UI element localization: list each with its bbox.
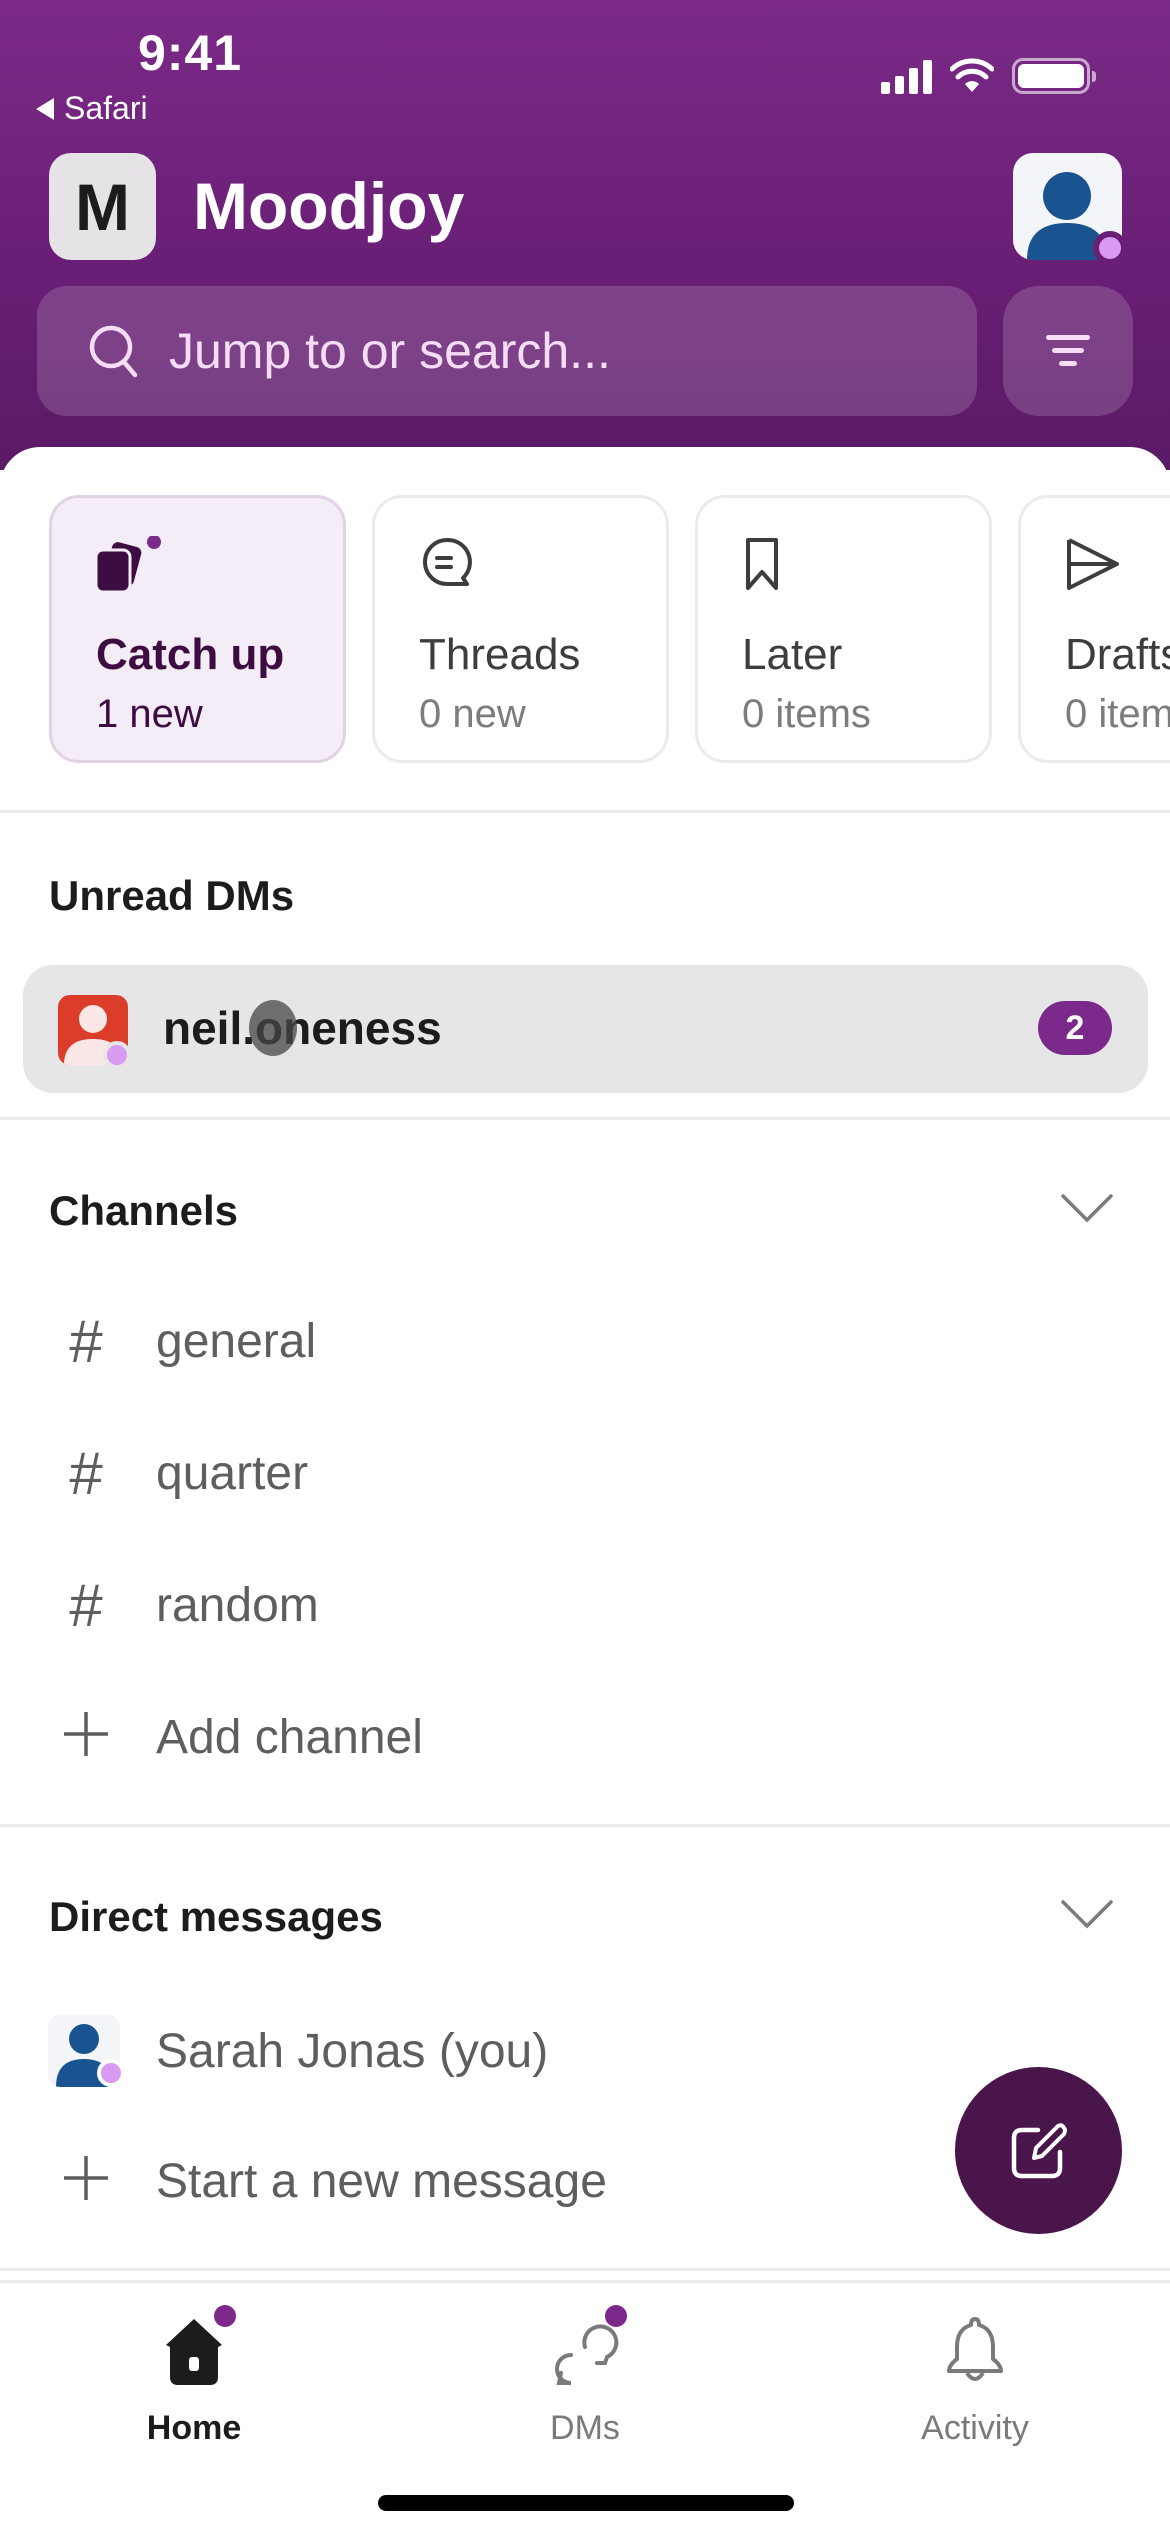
search-placeholder: Jump to or search... [169,323,611,379]
card-subtitle: 0 items [1065,692,1170,736]
start-new-message-label: Start a new message [156,2154,607,2208]
hash-icon: # [69,1571,103,1639]
notification-dot [214,2305,236,2327]
channel-name: general [156,1314,317,1368]
status-time: 9:41 [138,25,243,81]
card-title: Drafts [1065,630,1170,679]
hash-icon: # [69,1307,103,1375]
tab-label: DMs [550,2409,620,2447]
direct-messages-title[interactable]: Direct messages [49,1893,383,1941]
channel-item-quarter[interactable]: # quarter [0,1418,1170,1528]
unread-dms-title: Unread DMs [49,872,295,919]
plus-icon [58,1703,114,1772]
workspace-name[interactable]: Moodjoy [193,168,464,244]
channels-title[interactable]: Channels [49,1187,238,1235]
tab-activity[interactable]: Activity [855,2303,1095,2453]
bookmark-icon [746,538,778,590]
search-icon [89,325,138,378]
touch-indicator [249,1000,297,1056]
back-arrow-icon [36,97,54,120]
dms-icon [555,2324,619,2385]
card-later[interactable]: Later 0 items [695,495,992,763]
filter-icon [1046,335,1090,366]
unread-count-badge: 2 [1038,1001,1112,1055]
threads-icon [423,537,472,586]
card-title: Later [742,630,843,679]
workspace-icon[interactable]: M [49,153,156,260]
status-icons [881,58,1096,94]
card-subtitle: 1 new [96,692,203,736]
app-header: 9:41 Safari M Moodjoy Jump to or search.… [0,0,1170,470]
hash-icon: # [69,1439,103,1507]
wifi-icon [950,58,994,92]
channel-name: quarter [156,1446,309,1500]
card-catch-up[interactable]: Catch up 1 new [49,495,346,763]
card-drafts[interactable]: Drafts 0 items [1018,495,1170,763]
cellular-signal-icon [881,58,932,94]
tab-bar: Home DMs Activity [0,2280,1170,2532]
back-app-label: Safari [64,90,148,126]
dm-name: neil.oneness [163,1002,442,1054]
home-icon [166,2319,222,2385]
section-divider [0,1117,1170,1120]
filter-button[interactable] [1003,286,1133,416]
channel-item-general[interactable]: # general [0,1286,1170,1396]
presence-indicator [103,1041,131,1069]
catch-up-icon [96,536,161,594]
chevron-down-icon[interactable] [1060,1192,1114,1224]
card-title: Threads [419,630,581,679]
send-icon [1067,538,1119,590]
tab-label: Activity [921,2409,1029,2447]
tab-home[interactable]: Home [74,2303,314,2453]
compose-icon [1011,2122,1067,2178]
section-divider [0,810,1170,813]
dm-name: Sarah Jonas (you) [156,2024,549,2078]
card-subtitle: 0 new [419,692,526,736]
home-indicator[interactable] [378,2495,794,2511]
notification-dot [605,2305,627,2327]
channel-name: random [156,1578,319,1632]
unread-dm-row[interactable]: neil.oneness 2 [23,965,1148,1093]
tab-dms[interactable]: DMs [465,2303,705,2453]
presence-indicator [97,2059,125,2087]
section-divider [0,2268,1170,2271]
section-divider [0,1824,1170,1827]
compose-button[interactable] [955,2067,1122,2234]
presence-indicator [1093,231,1127,265]
card-title: Catch up [96,630,285,679]
card-subtitle: 0 items [742,692,871,736]
plus-icon [58,2147,114,2216]
card-threads[interactable]: Threads 0 new [372,495,669,763]
add-channel-label: Add channel [156,1710,423,1764]
search-input[interactable]: Jump to or search... [37,286,977,416]
channel-item-random[interactable]: # random [0,1550,1170,1660]
battery-icon [1012,58,1096,94]
bell-icon [947,2317,1003,2381]
quick-access-cards[interactable]: Catch up 1 new Threads 0 new Later 0 ite… [49,495,1170,763]
add-channel-button[interactable]: Add channel [0,1682,1170,1792]
chevron-down-icon[interactable] [1060,1898,1114,1930]
back-to-safari-button[interactable]: Safari [36,90,148,127]
tab-label: Home [146,2409,242,2447]
